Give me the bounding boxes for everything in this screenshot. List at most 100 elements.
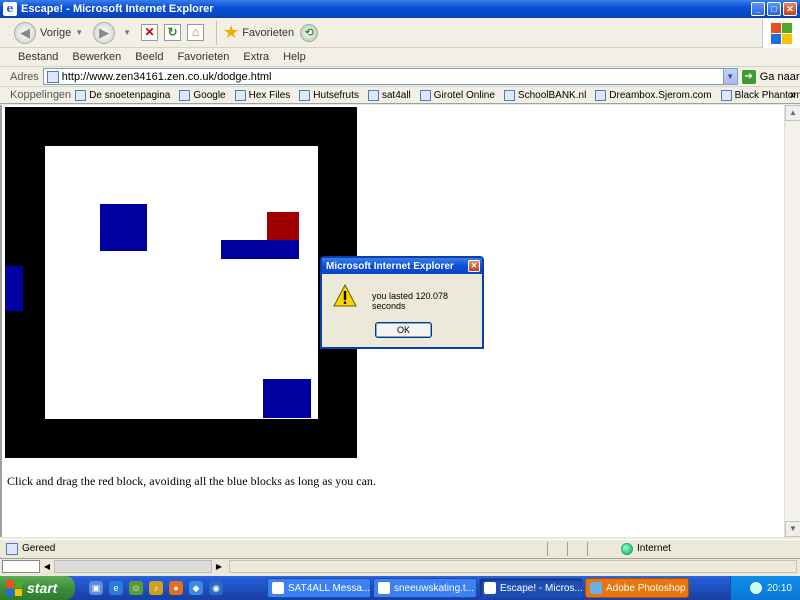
favorites-label: Favorieten — [242, 26, 295, 39]
back-label: Vorige — [40, 26, 72, 39]
toolbar-separator — [216, 20, 218, 45]
link-label: Dreambox.Sjerom.com — [609, 89, 712, 101]
task-button[interactable]: SAT4ALL Messa... — [267, 578, 371, 598]
menu-help[interactable]: Help — [283, 51, 306, 63]
ie-icon: e — [3, 2, 17, 16]
links-more-button[interactable]: » — [790, 89, 796, 101]
status-cell — [547, 541, 567, 556]
address-url[interactable]: http://www.zen34161.zen.co.uk/dodge.html — [62, 71, 723, 83]
go-button[interactable]: ➔ Ga naar — [741, 69, 800, 84]
task-label: Escape! - Micros... — [500, 582, 583, 594]
task-button[interactable]: sneeuwskating.t... — [373, 578, 477, 598]
quick-launch: ▣ e ☺ ♪ ● ◆ ◉ — [89, 581, 229, 595]
system-tray: 20:10 — [730, 576, 800, 600]
enemy-block — [5, 266, 23, 311]
horizontal-scrollbar: ◀ ▶ — [0, 558, 800, 574]
scroll-right-icon[interactable]: ▶ — [212, 560, 226, 573]
home-button[interactable]: ⌂ — [187, 24, 205, 41]
app-icon[interactable]: ◆ — [189, 581, 203, 595]
security-zone: Internet — [621, 542, 671, 555]
dialog-title-bar[interactable]: Microsoft Internet Explorer ✕ — [322, 258, 482, 274]
forward-dropdown-icon[interactable]: ▼ — [123, 28, 131, 37]
menu-extra[interactable]: Extra — [243, 51, 269, 63]
link-item[interactable]: De snoetenpagina — [75, 89, 170, 101]
favorites-button[interactable]: ★ Favorieten — [223, 22, 294, 43]
link-item[interactable]: Hutsefruts — [299, 89, 359, 101]
page-icon — [46, 70, 59, 83]
stop-button[interactable]: ✕ — [141, 24, 159, 41]
task-label: sneeuwskating.t... — [394, 582, 475, 594]
media-icon[interactable]: ♪ — [149, 581, 163, 595]
link-item[interactable]: Black Phantom's Subtitles — [720, 89, 800, 101]
scroll-left-icon[interactable]: ◀ — [40, 560, 54, 573]
menu-favorieten[interactable]: Favorieten — [177, 51, 229, 63]
page-icon — [367, 89, 379, 101]
vertical-scrollbar[interactable]: ▲ ▼ — [784, 105, 800, 537]
status-bar: Gereed Internet — [0, 539, 800, 557]
task-icon — [272, 582, 284, 594]
go-arrow-icon: ➔ — [741, 69, 756, 84]
back-button[interactable]: ◀ Vorige ▼ — [14, 21, 87, 44]
link-item[interactable]: SchoolBANK.nl — [503, 89, 587, 101]
page-icon — [299, 89, 311, 101]
page-icon — [234, 89, 246, 101]
maximize-button[interactable]: □ — [767, 2, 781, 16]
tray-icon[interactable] — [749, 582, 762, 594]
scroll-up-icon[interactable]: ▲ — [785, 105, 800, 121]
star-icon: ★ — [223, 22, 240, 42]
forward-button[interactable]: ▶ ▼ — [93, 21, 135, 44]
app-icon[interactable]: ◉ — [209, 581, 223, 595]
app-icon[interactable]: ● — [169, 581, 183, 595]
page-icon — [75, 89, 87, 101]
windows-logo — [762, 18, 800, 48]
refresh-button[interactable]: ↻ — [164, 24, 182, 41]
ie-quicklaunch-icon[interactable]: e — [109, 581, 123, 595]
task-button[interactable]: Escape! - Micros... — [479, 578, 583, 598]
page-done-icon — [6, 542, 18, 555]
desktop-icon[interactable]: ▣ — [89, 581, 103, 595]
link-label: Hex Files — [248, 89, 291, 101]
address-field[interactable]: http://www.zen34161.zen.co.uk/dodge.html… — [42, 68, 738, 85]
link-item[interactable]: Google — [179, 89, 226, 101]
game-frame — [5, 107, 357, 458]
status-cell — [567, 541, 587, 556]
player-block[interactable] — [267, 212, 299, 240]
link-label: sat4all — [381, 89, 411, 101]
scroll-box — [2, 560, 40, 573]
ok-button[interactable]: OK — [375, 322, 432, 338]
messenger-icon[interactable]: ☺ — [129, 581, 143, 595]
history-icon: ⟲ — [300, 23, 319, 42]
link-item[interactable]: Hex Files — [234, 89, 291, 101]
start-button[interactable]: start — [0, 576, 75, 600]
task-button[interactable]: Adobe Photoshop — [585, 578, 689, 598]
menu-bestand[interactable]: Bestand — [18, 51, 58, 63]
task-label: SAT4ALL Messa... — [288, 582, 371, 594]
link-item[interactable]: Dreambox.Sjerom.com — [595, 89, 712, 101]
title-bar[interactable]: e Escape! - Microsoft Internet Explorer … — [0, 0, 800, 18]
dialog-close-button[interactable]: ✕ — [468, 260, 480, 272]
links-bar: Koppelingen De snoetenpagina Google Hex … — [0, 86, 800, 104]
close-button[interactable]: ✕ — [783, 2, 797, 16]
zone-label: Internet — [637, 543, 671, 554]
history-button[interactable]: ⟲ — [300, 23, 322, 42]
forward-arrow-icon: ▶ — [93, 21, 116, 44]
scroll-track[interactable] — [54, 560, 212, 573]
scroll-down-icon[interactable]: ▼ — [785, 521, 800, 537]
link-label: SchoolBANK.nl — [517, 89, 587, 101]
link-label: Hutsefruts — [313, 89, 359, 101]
alert-dialog: Microsoft Internet Explorer ✕ you lasted… — [320, 256, 484, 349]
minimize-button[interactable]: _ — [751, 2, 765, 16]
back-dropdown-icon[interactable]: ▼ — [75, 28, 83, 37]
taskbar: start ▣ e ☺ ♪ ● ◆ ◉ SAT4ALL Messa... sne… — [0, 576, 800, 600]
menu-beeld[interactable]: Beeld — [135, 51, 163, 63]
window-title: Escape! - Microsoft Internet Explorer — [21, 3, 214, 15]
link-item[interactable]: Girotel Online — [419, 89, 495, 101]
link-item[interactable]: sat4all — [367, 89, 411, 101]
status-text: Gereed — [22, 543, 56, 554]
refresh-icon: ↻ — [164, 24, 182, 41]
address-dropdown-icon[interactable]: ▼ — [722, 69, 737, 84]
windows-flag-icon — [6, 580, 22, 596]
menu-bewerken[interactable]: Bewerken — [72, 51, 121, 63]
back-arrow-icon: ◀ — [14, 21, 36, 44]
enemy-block — [221, 240, 299, 259]
